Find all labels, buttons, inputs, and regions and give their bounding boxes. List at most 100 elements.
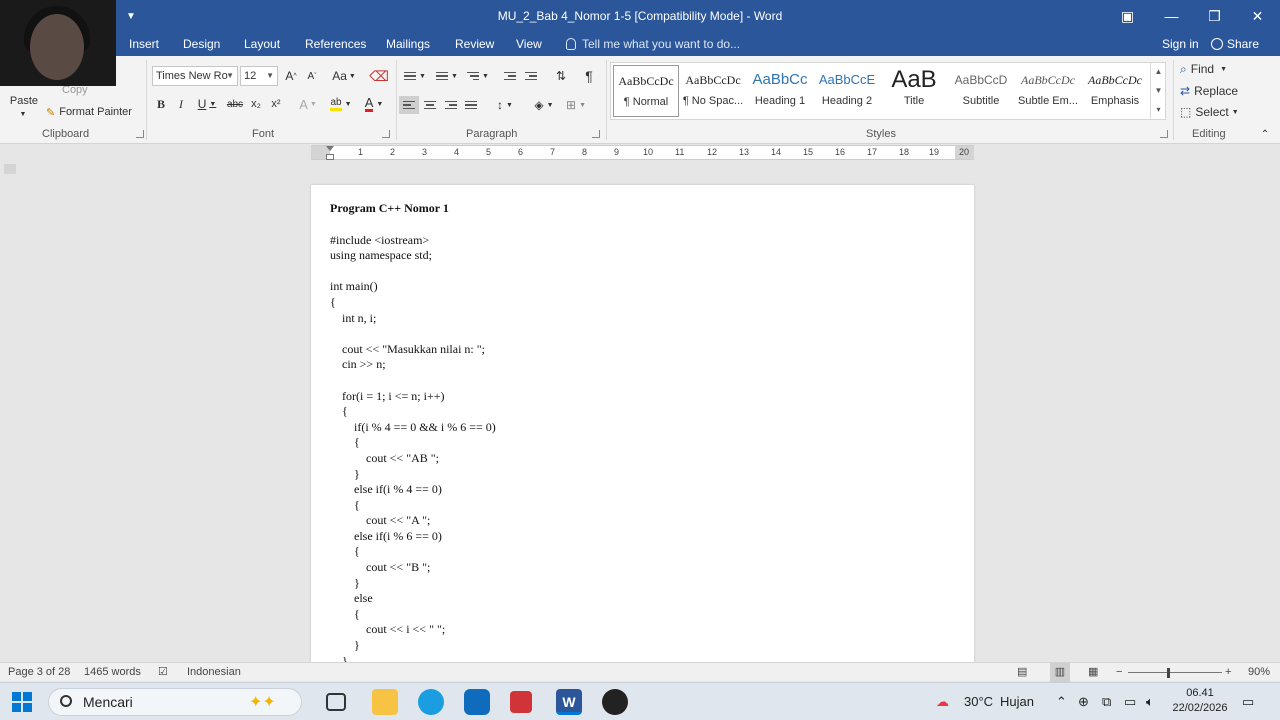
tab-review[interactable]: Review [455,32,494,56]
numbering-button[interactable]: ▼ [434,68,460,84]
highlight-button[interactable]: ab ▼ [326,96,356,112]
outlook-icon[interactable] [464,689,490,715]
ribbon-display-options-icon[interactable]: ▣ [1106,0,1149,32]
borders-icon[interactable]: ⊞ ▼ [562,96,590,114]
font-launcher-icon[interactable] [382,130,390,138]
bold-button[interactable]: B [154,96,168,112]
align-left-icon[interactable] [399,96,419,114]
zoom-slider[interactable] [1128,672,1222,673]
multilevel-list-button[interactable]: ▼ [464,68,492,84]
tab-view[interactable]: View [516,32,542,56]
align-right-icon[interactable] [442,96,460,114]
sort-icon[interactable]: ⇅ [553,68,569,84]
style-normal[interactable]: AaBbCcDc ¶ Normal [613,65,679,117]
tab-design[interactable]: Design [183,32,220,56]
bullets-button[interactable]: ▼ [402,68,428,84]
more-styles-icon[interactable]: ▾ [1151,100,1166,119]
styles-launcher-icon[interactable] [1160,130,1168,138]
clipboard-launcher-icon[interactable] [136,130,144,138]
document-page[interactable]: Program C++ Nomor 1 #include <iostream> u… [311,185,974,663]
shrink-font-button[interactable]: Aˇ [305,68,319,84]
find-button[interactable]: ⌕ Find ▼ [1180,61,1240,77]
strikethrough-button[interactable]: abc [225,96,245,112]
subscript-button[interactable]: x₂ [248,96,264,112]
paragraph-launcher-icon[interactable] [592,130,600,138]
font-name-combo[interactable]: Times New Ro ▼ [152,66,238,86]
style-heading-1[interactable]: AaBbCc Heading 1 [747,65,813,117]
change-case-button[interactable]: Aa ▼ [330,68,358,84]
grow-font-button[interactable]: A ^ [284,68,298,84]
clock[interactable]: 06.41 22/02/2026 [1170,686,1230,716]
align-center-icon[interactable] [421,96,439,114]
notifications-icon[interactable]: ▭ [1242,683,1254,720]
select-button[interactable]: ⬚ Select ▼ [1180,104,1240,120]
zoom-in-icon[interactable]: + [1225,663,1231,682]
paste-dropdown-icon[interactable]: ▼ [16,110,30,118]
style-title[interactable]: AaB Title [881,65,947,117]
format-painter-button[interactable]: ✎ Format Painter [46,104,140,120]
zoom-out-icon[interactable]: − [1116,663,1122,682]
font-size-combo[interactable]: 12 ▼ [240,66,278,86]
zoom-slider-thumb[interactable] [1167,668,1170,678]
font-color-button[interactable]: A ▼ [360,96,388,112]
style-subtitle[interactable]: AaBbCcD Subtitle [948,65,1014,117]
justify-icon[interactable] [462,96,480,114]
text-effects-button[interactable]: A ▼ [296,96,320,112]
restore-button[interactable]: ❐ [1193,0,1236,32]
gift-icon[interactable] [510,691,532,713]
share-button[interactable]: Share [1211,32,1259,56]
recorder-icon[interactable] [602,689,628,715]
word-count[interactable]: 1465 words [84,663,141,682]
weather-temp[interactable]: 30°C [964,683,993,720]
connection-icon[interactable]: ⧉ [1102,683,1111,720]
show-formatting-button[interactable]: ¶ [581,68,597,84]
paste-button[interactable]: Paste [8,94,40,108]
clear-formatting-icon[interactable]: ⌫ [369,68,389,84]
underline-button[interactable]: U ▼ [195,96,219,112]
scroll-up-icon[interactable]: ▲ [1151,62,1166,81]
superscript-button[interactable]: x² [268,96,284,112]
left-indent-marker[interactable] [326,154,334,160]
scroll-down-icon[interactable]: ▼ [1151,81,1166,100]
document-body[interactable]: Program C++ Nomor 1 #include <iostream> u… [330,199,496,663]
windows-start-icon[interactable] [12,692,32,712]
collapse-ribbon-icon[interactable]: ⌃ [1258,128,1272,140]
shading-icon[interactable]: ◈ ▼ [530,96,558,114]
tab-references[interactable]: References [305,32,366,56]
first-line-indent-marker[interactable] [326,146,334,151]
web-layout-icon[interactable]: ▦ [1088,663,1098,682]
style-emphasis[interactable]: AaBbCcDc Emphasis [1082,65,1148,117]
read-mode-icon[interactable]: ▤ [1017,663,1027,682]
tab-insert[interactable]: Insert [129,32,159,56]
tab-layout[interactable]: Layout [244,32,280,56]
weather-desc[interactable]: Hujan [1000,683,1034,720]
replace-button[interactable]: ⇄ Replace [1180,83,1240,99]
show-hidden-icons-icon[interactable]: ⌃ [1056,683,1067,720]
line-spacing-icon[interactable]: ↕ ▼ [491,96,519,114]
network-globe-icon[interactable]: ⊕ [1078,683,1089,720]
close-button[interactable]: ✕ [1236,0,1279,32]
italic-button[interactable]: I [174,96,188,112]
style-no-spacing[interactable]: AaBbCcDc ¶ No Spac... [680,65,746,117]
sign-in-link[interactable]: Sign in [1162,32,1199,56]
proofing-icon[interactable]: ☑ [158,663,168,682]
zoom-level[interactable]: 90% [1248,663,1270,682]
minimize-button[interactable]: — [1150,0,1193,32]
weather-icon[interactable]: ☁ [936,683,949,720]
taskbar-search[interactable]: Mencari ✦✦ [48,688,302,716]
page-count[interactable]: Page 3 of 28 [8,663,70,682]
print-layout-icon[interactable]: ▥ [1050,663,1070,682]
decrease-indent-icon[interactable] [502,68,518,84]
battery-icon[interactable]: ▭ [1124,683,1136,720]
word-icon[interactable]: W [556,689,582,715]
edge-icon[interactable] [418,689,444,715]
language[interactable]: Indonesian [187,663,241,682]
tab-mailings[interactable]: Mailings [386,32,430,56]
file-explorer-icon[interactable] [372,689,398,715]
style-heading-2[interactable]: AaBbCcE Heading 2 [814,65,880,117]
style-subtle-emphasis[interactable]: AaBbCcDc Subtle Em... [1015,65,1081,117]
task-view-icon[interactable] [326,693,346,711]
volume-icon[interactable]: 🔈︎ [1146,683,1154,720]
increase-indent-icon[interactable] [523,68,539,84]
tell-me-box[interactable]: Tell me what you want to do... [566,32,740,56]
